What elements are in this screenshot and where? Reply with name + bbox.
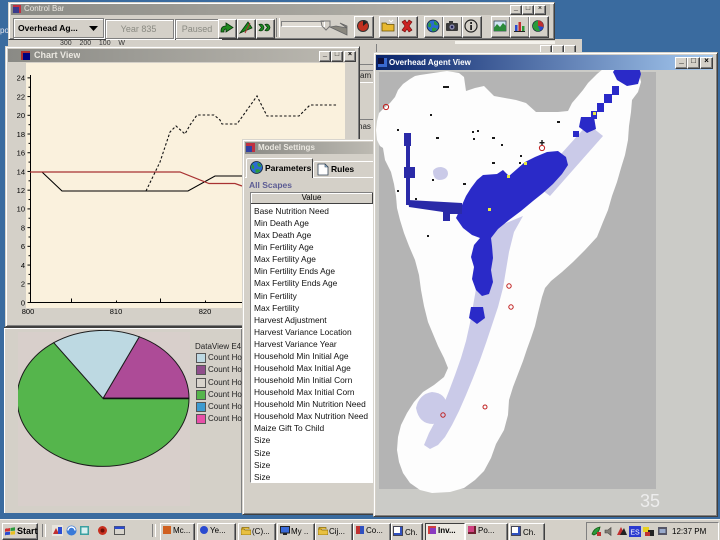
svg-text:ES: ES: [630, 530, 640, 537]
svg-text:6: 6: [21, 242, 25, 251]
svg-text:820: 820: [199, 307, 212, 316]
svg-text:0: 0: [21, 298, 25, 307]
svg-text:16: 16: [17, 149, 25, 158]
svg-text:20: 20: [17, 111, 25, 120]
svg-text:4: 4: [21, 261, 25, 270]
svg-text:18: 18: [17, 130, 25, 139]
svg-text:810: 810: [110, 307, 123, 316]
svg-text:8: 8: [21, 223, 25, 232]
svg-text:2: 2: [21, 280, 25, 289]
svg-text:12: 12: [17, 186, 25, 195]
svg-text:10: 10: [17, 205, 25, 214]
svg-text:24: 24: [17, 74, 25, 83]
svg-text:800: 800: [22, 307, 35, 316]
svg-text:14: 14: [17, 167, 25, 176]
svg-text:22: 22: [17, 92, 25, 101]
